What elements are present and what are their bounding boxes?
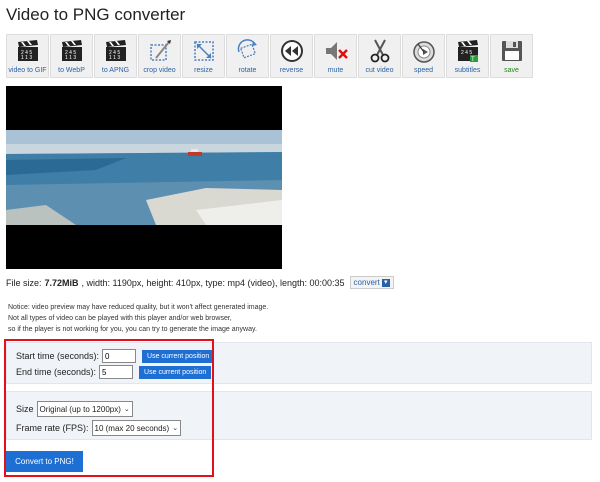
file-details: , width: 1190px, height: 410px, type: mp… (81, 277, 345, 288)
size-row: Size Original (up to 1200px) ⌄ (16, 401, 133, 417)
clapperboard-icon: 2 4 51 1 3 (105, 40, 126, 61)
clapperboard-icon: 2 4 51 1 3 (61, 40, 82, 61)
end-time-input[interactable] (99, 365, 134, 379)
toolbar-resize-button[interactable]: resize (182, 34, 225, 78)
file-size: 7.72MiB (44, 277, 79, 288)
start-time-label: Start time (seconds): (16, 351, 100, 361)
output-options-panel: Size Original (up to 1200px) ⌄ Frame rate… (6, 391, 592, 440)
toolbar-label: rotate (238, 67, 257, 74)
toolbar-label: to WebP (58, 67, 85, 74)
chevron-down-icon: ⌄ (172, 425, 179, 432)
frame-rate-row: Frame rate (FPS): 10 (max 20 seconds) ⌄ (16, 420, 182, 436)
svg-text:1 1 3: 1 1 3 (65, 55, 76, 61)
toolbar-speed-button[interactable]: speed (402, 34, 445, 78)
toolbar-to-webp-button[interactable]: 2 4 51 1 3 to WebP (50, 34, 93, 78)
time-range-panel: Start time (seconds): Use current positi… (6, 342, 592, 384)
size-label: Size (16, 404, 34, 414)
svg-text:T: T (471, 57, 475, 63)
clapperboard-icon: 2 4 5T (457, 40, 478, 63)
toolbar-label: cut video (365, 67, 394, 74)
toolbar-rotate-button[interactable]: rotate (226, 34, 269, 78)
convert-to-png-button[interactable]: Convert to PNG! (6, 451, 83, 472)
svg-text:1 1 3: 1 1 3 (109, 55, 120, 61)
video-frame-image (6, 130, 282, 225)
toolbar-label: subtitles (454, 67, 481, 74)
scissors-icon (370, 39, 389, 63)
frame-rate-selected-value: 10 (max 20 seconds) (94, 423, 170, 433)
size-selected-value: Original (up to 1200px) (39, 404, 121, 414)
start-time-row: Start time (seconds): Use current positi… (16, 349, 215, 363)
toolbar-video-to-gif-button[interactable]: 2 4 51 1 3 video to GIF (6, 34, 49, 78)
toolbar-to-apng-button[interactable]: 2 4 51 1 3 to APNG (94, 34, 137, 78)
convert-dropdown-button[interactable]: convert ▾ (349, 276, 394, 289)
end-use-current-position-button[interactable]: Use current position (139, 365, 212, 379)
end-time-label: End time (seconds): (16, 367, 97, 377)
end-time-row: End time (seconds): Use current position (16, 365, 212, 379)
toolbar-label: mute (327, 67, 344, 74)
notice-line: Not all types of video can be played wit… (8, 315, 232, 322)
convert-label: convert (353, 278, 380, 287)
toolbar-label: save (504, 67, 519, 74)
file-info: File size: 7.72MiB, width: 1190px, heigh… (6, 276, 394, 289)
svg-text:1 1 3: 1 1 3 (21, 55, 32, 61)
start-time-input[interactable] (102, 349, 137, 363)
crop-icon (149, 40, 171, 61)
toolbar-label: video to GIF (8, 67, 47, 74)
clapperboard-icon: 2 4 51 1 3 (17, 40, 38, 61)
start-use-current-position-button[interactable]: Use current position (142, 349, 215, 363)
toolbar-label: to APNG (101, 67, 130, 74)
floppy-disk-icon (501, 41, 522, 61)
frame-rate-select[interactable]: 10 (max 20 seconds) ⌄ (91, 420, 182, 436)
rotate-icon (237, 39, 257, 59)
video-player[interactable] (6, 86, 282, 269)
toolbar-save-button[interactable]: save (490, 34, 533, 78)
toolbar-label: reverse (279, 67, 304, 74)
page-title: Video to PNG converter (6, 5, 186, 24)
notice-line: so if the player is not working for you,… (8, 326, 257, 333)
toolbar-crop-video-button[interactable]: crop video (138, 34, 181, 78)
toolbar: 2 4 51 1 3 video to GIF 2 4 51 1 3 to We… (6, 34, 533, 78)
chevron-down-icon: ⌄ (123, 406, 130, 413)
toolbar-label: speed (413, 67, 434, 74)
frame-rate-label: Frame rate (FPS): (16, 423, 89, 433)
rewind-icon (280, 40, 303, 62)
resize-icon (193, 41, 214, 61)
mute-icon (325, 42, 348, 60)
toolbar-cut-video-button[interactable]: cut video (358, 34, 401, 78)
notice-line: Notice: video preview may have reduced q… (8, 304, 269, 311)
toolbar-mute-button[interactable]: mute (314, 34, 357, 78)
chevron-down-icon: ▾ (381, 278, 390, 287)
toolbar-label: resize (194, 67, 213, 74)
toolbar-reverse-button[interactable]: reverse (270, 34, 313, 78)
speedometer-icon (412, 41, 435, 63)
toolbar-label: crop video (143, 67, 176, 74)
notice-text: Notice: video preview may have reduced q… (8, 302, 268, 335)
file-info-prefix: File size: (6, 277, 42, 288)
toolbar-subtitles-button[interactable]: 2 4 5T subtitles (446, 34, 489, 78)
size-select[interactable]: Original (up to 1200px) ⌄ (36, 401, 133, 417)
